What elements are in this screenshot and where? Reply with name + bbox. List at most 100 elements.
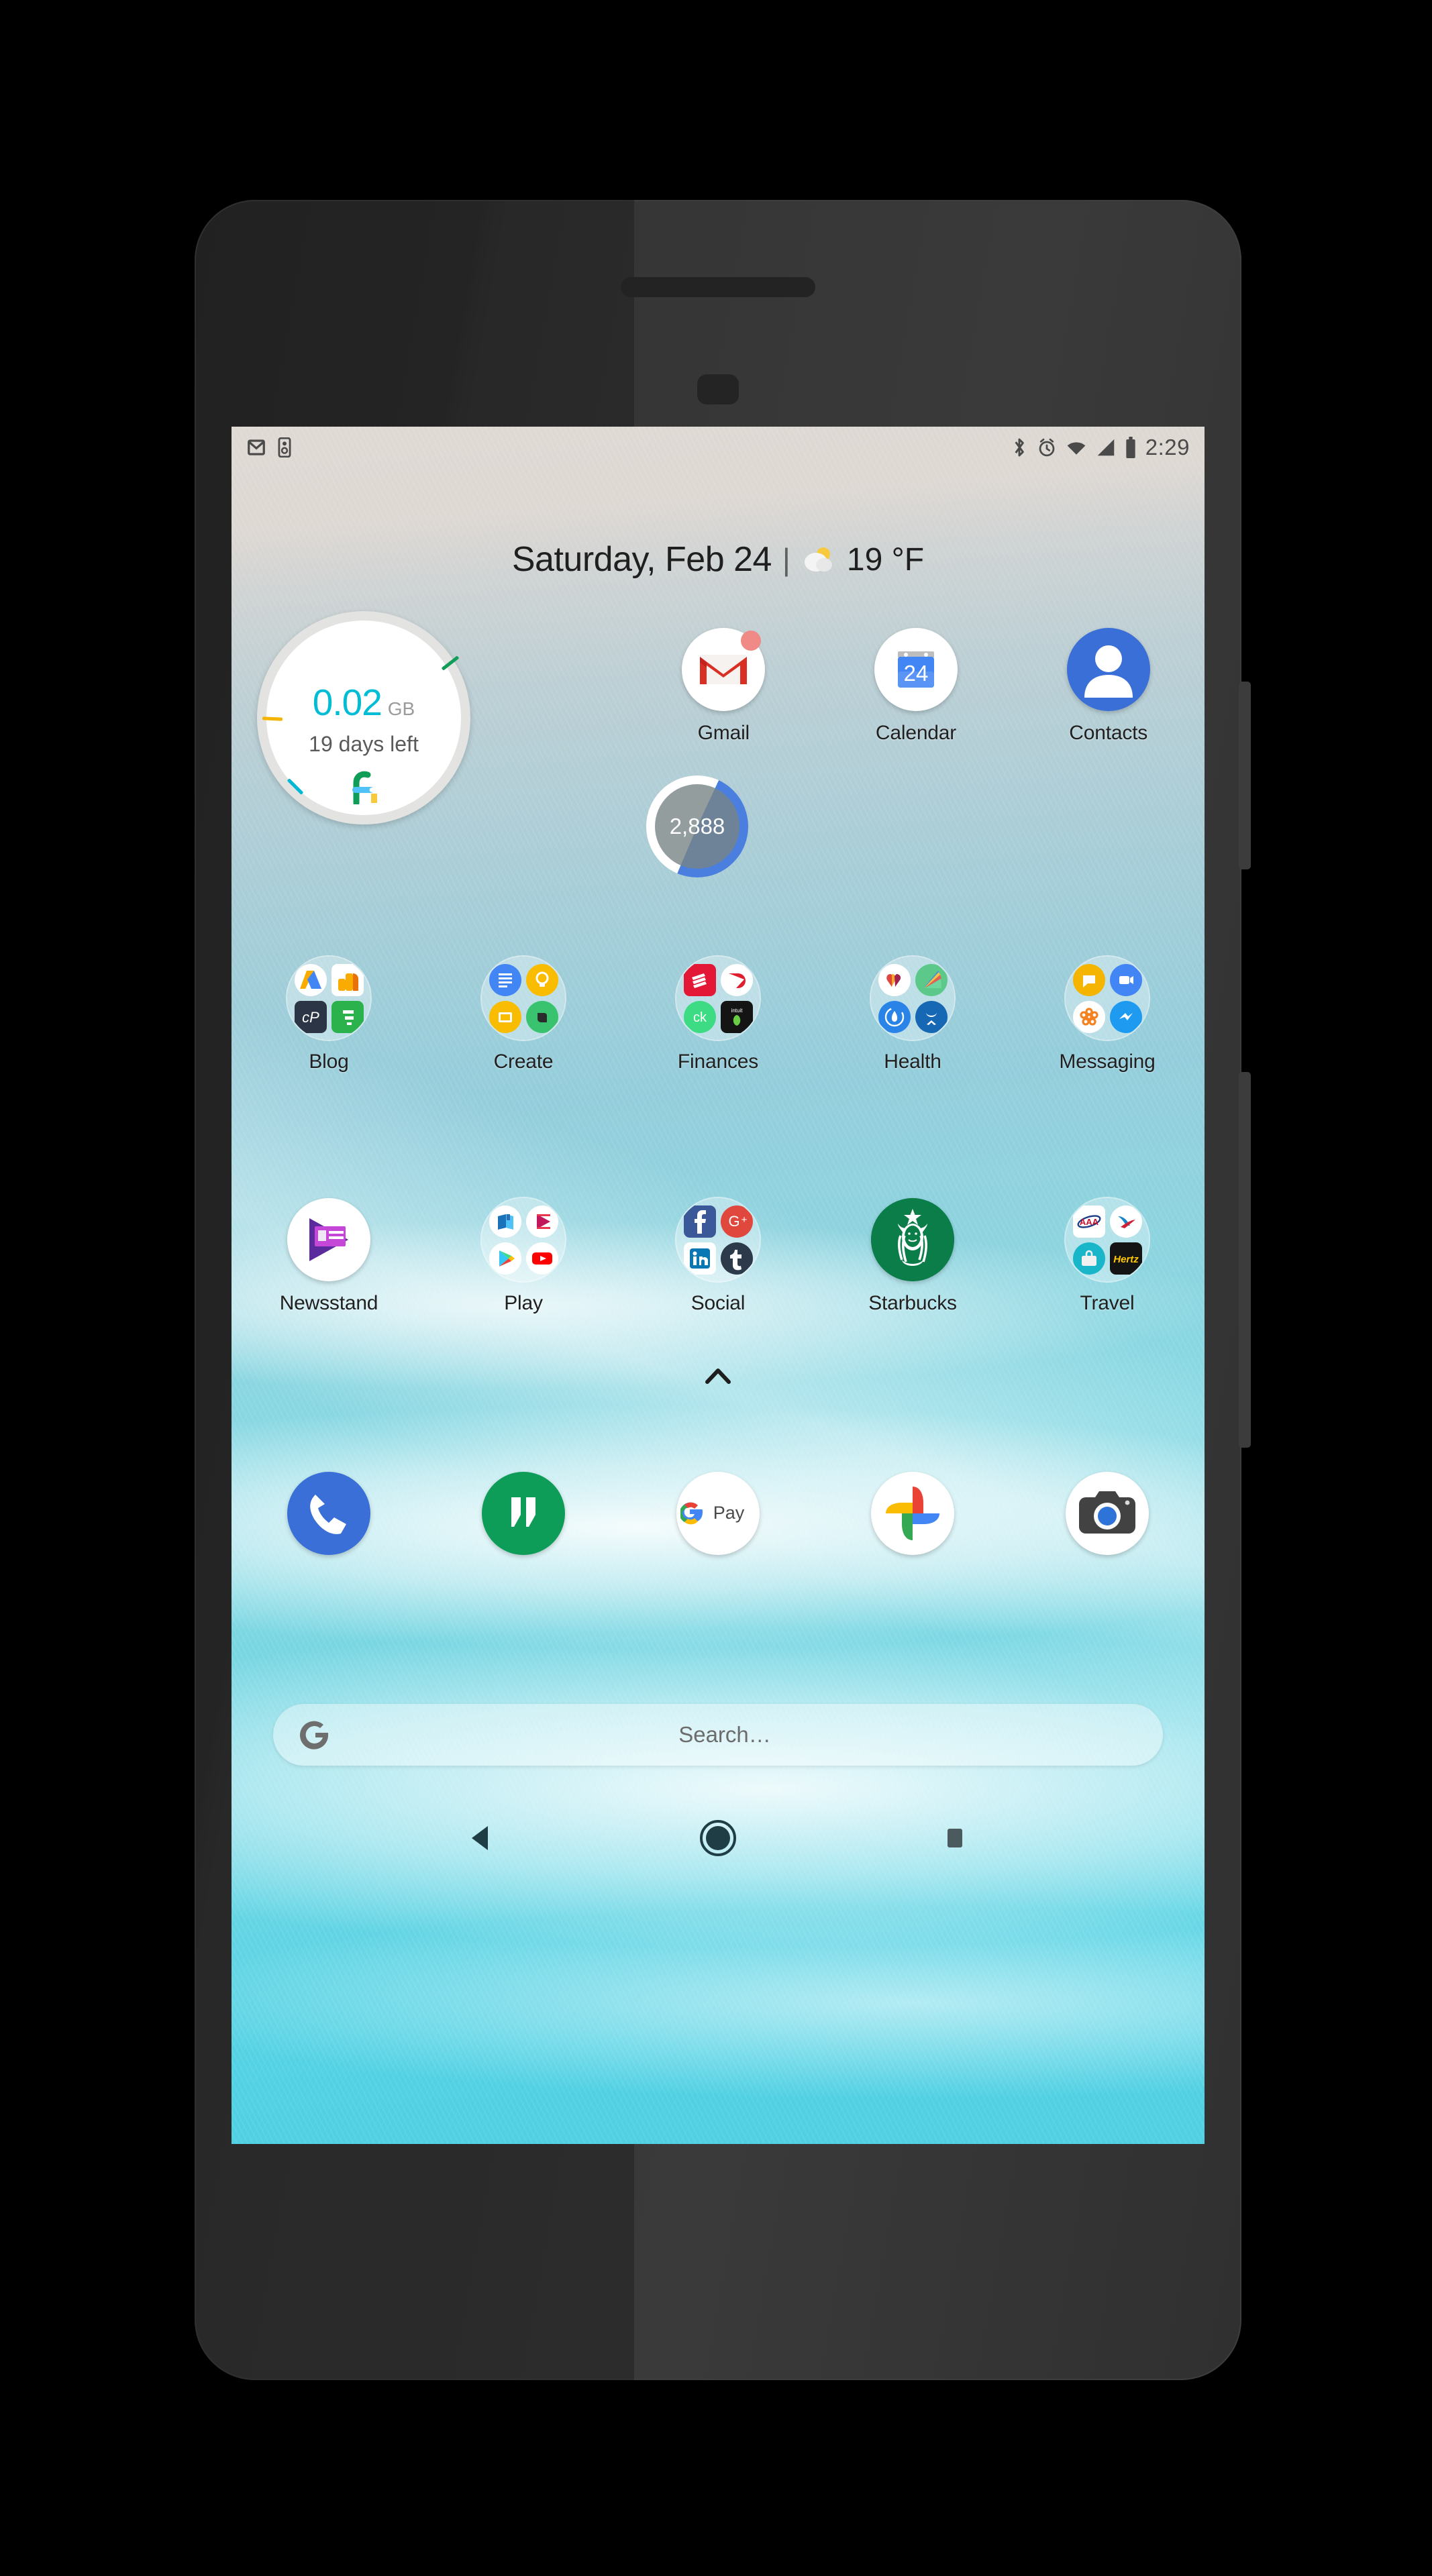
nav-home-button[interactable]: [699, 1819, 737, 1857]
adsense-icon: [294, 963, 327, 996]
nav-recents-button[interactable]: [941, 1823, 968, 1853]
cpanel-icon: cP: [294, 1000, 327, 1033]
aaa-icon: AAA: [1072, 1205, 1105, 1238]
dock-item-camera[interactable]: [1010, 1472, 1205, 1555]
google-pay-label: Pay: [713, 1503, 745, 1523]
dock-item-hangouts[interactable]: [426, 1472, 621, 1555]
step-counter-widget[interactable]: 2,888: [646, 775, 748, 877]
fi-usage-value: 0.02: [312, 682, 382, 723]
credit-karma-icon: ck: [683, 1000, 716, 1033]
flower-icon: [1072, 1000, 1105, 1033]
mint-icon: intuit: [720, 1000, 753, 1033]
folder-preview: [482, 1198, 565, 1281]
hangouts-icon: [482, 1472, 565, 1555]
folder-preview: G +: [676, 1198, 760, 1281]
under-armour-icon: [915, 1000, 948, 1033]
partly-cloudy-icon: [804, 547, 832, 572]
app-starbucks[interactable]: Starbucks: [815, 1198, 1010, 1315]
alarm-icon: [1039, 438, 1055, 457]
folder-preview: [1066, 957, 1149, 1040]
fi-days-left: 19 days left: [309, 732, 419, 756]
folder-label: Finances: [677, 1051, 759, 1073]
home-app-row-top: Gmail 24 Calendar Contacts: [627, 628, 1205, 745]
play-store-icon: [489, 1242, 521, 1275]
date-weather-widget[interactable]: Saturday, Feb 24 | 19 °F: [232, 539, 1205, 580]
app-drawer-handle[interactable]: [232, 1366, 1205, 1386]
google-fi-data-widget[interactable]: 0.02 GB 19 days left: [257, 611, 470, 824]
app-newsstand[interactable]: Newsstand: [232, 1198, 426, 1315]
earpiece-speaker: [621, 277, 815, 297]
bluetooth-icon: [1015, 438, 1024, 457]
android-navigation-bar: [232, 1801, 1205, 1876]
google-pay-icon: Pay: [676, 1472, 760, 1555]
folder-messaging[interactable]: Messaging: [1010, 957, 1205, 1073]
folder-health[interactable]: Health: [815, 957, 1010, 1073]
folder-label: Social: [691, 1292, 746, 1314]
hangouts-icon: [1072, 963, 1105, 996]
volume-rocker-button[interactable]: [1239, 1072, 1251, 1448]
fi-usage-row: 0.02 GB: [257, 681, 470, 724]
messenger-icon: [1109, 1000, 1142, 1033]
folder-label: Blog: [309, 1051, 349, 1073]
back-triangle-icon: [472, 1826, 489, 1850]
folder-preview: ck intuit: [676, 957, 760, 1040]
app-calendar[interactable]: 24 Calendar: [820, 628, 1013, 745]
folder-label: Health: [884, 1051, 941, 1073]
date-text: Saturday, Feb 24: [511, 540, 772, 579]
google-fi-logo: [257, 769, 470, 808]
google-search-bar[interactable]: Search…: [273, 1704, 1163, 1766]
heart-icon: [878, 963, 911, 996]
search-input-placeholder[interactable]: Search…: [312, 1722, 1137, 1748]
linkedin-icon: [683, 1242, 716, 1275]
folder-label: Travel: [1080, 1292, 1135, 1314]
slides-icon: [489, 1000, 521, 1033]
svg-text:ck: ck: [693, 1010, 707, 1025]
folder-label: Create: [493, 1051, 554, 1073]
svg-text:G: G: [728, 1213, 739, 1230]
calendar-icon: 24: [874, 628, 958, 711]
folder-create[interactable]: Create: [426, 957, 621, 1073]
nav-back-button[interactable]: [468, 1823, 495, 1853]
folder-blog[interactable]: cP Blog: [232, 957, 426, 1073]
status-bar[interactable]: 2:29: [232, 427, 1205, 468]
feedly-icon: [331, 1000, 364, 1033]
dock-item-google-pay[interactable]: Pay: [621, 1472, 815, 1555]
fi-usage-unit: GB: [387, 698, 415, 719]
folder-preview: AAA Hertz: [1066, 1198, 1149, 1281]
app-label: Contacts: [1069, 722, 1148, 744]
app-label: Calendar: [875, 722, 957, 744]
folder-preview: [871, 957, 954, 1040]
svg-text:Hertz: Hertz: [1113, 1254, 1139, 1265]
newsstand-icon: [287, 1198, 370, 1281]
camera-icon: [1066, 1472, 1149, 1555]
phone-screen: 2:29 Saturday, Feb 24 | 19 °F 0.02 GB 19…: [232, 427, 1205, 2144]
phone-icon: [287, 1472, 370, 1555]
folder-preview: [482, 957, 565, 1040]
dock-item-phone[interactable]: [232, 1472, 426, 1555]
google-plus-icon: G +: [720, 1205, 753, 1238]
power-button[interactable]: [1239, 682, 1251, 869]
play-movies-icon: [525, 1205, 558, 1238]
fitness-icon: [278, 437, 291, 458]
discover-icon: [720, 963, 753, 996]
fan-chart-icon: [915, 963, 948, 996]
folder-finances[interactable]: ck intuit Finances: [621, 957, 815, 1073]
keep-icon: [525, 963, 558, 996]
app-gmail[interactable]: Gmail: [627, 628, 820, 745]
folder-label: Messaging: [1059, 1051, 1156, 1073]
home-circle-icon: [699, 1820, 736, 1856]
app-contacts[interactable]: Contacts: [1012, 628, 1205, 745]
water-drop-icon: [878, 1000, 911, 1033]
svg-text:intuit: intuit: [731, 1008, 743, 1014]
front-camera: [697, 374, 739, 405]
app-label: Gmail: [697, 722, 750, 744]
app-label: Newsstand: [279, 1292, 378, 1314]
phone-device-frame: 2:29 Saturday, Feb 24 | 19 °F 0.02 GB 19…: [195, 200, 1251, 2380]
hertz-icon: Hertz: [1109, 1242, 1142, 1275]
facebook-icon: [683, 1205, 716, 1238]
dock-item-photos[interactable]: [815, 1472, 1010, 1555]
folder-travel[interactable]: AAA Hertz Travel: [1010, 1198, 1205, 1315]
folder-play[interactable]: Play: [426, 1198, 621, 1315]
folder-social[interactable]: G + Social: [621, 1198, 815, 1315]
home-folder-row-1: cP Blog Create ck intuit Finances Health…: [232, 957, 1205, 1073]
